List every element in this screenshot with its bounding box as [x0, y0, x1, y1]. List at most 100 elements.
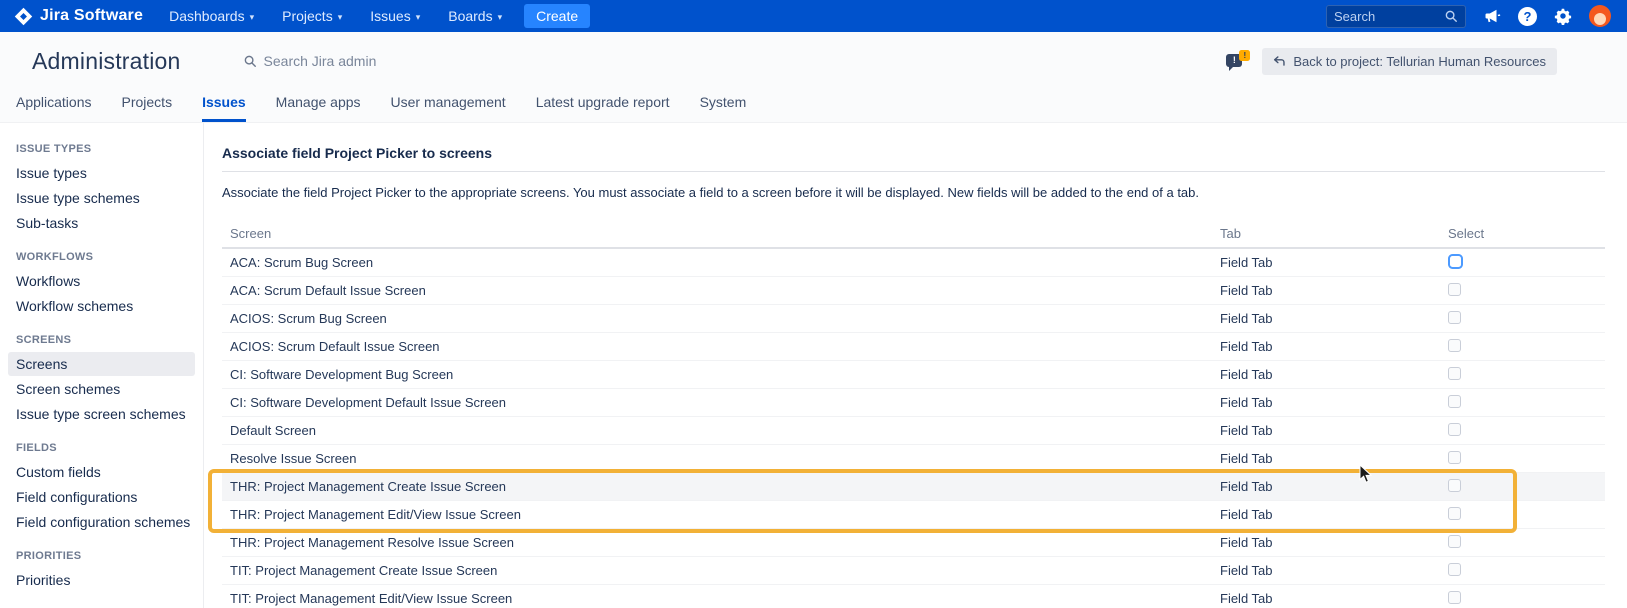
nav-menus: Dashboards ▾ Projects▾ Issues ▾ Boards ▾ — [169, 8, 502, 24]
select-checkbox[interactable] — [1448, 535, 1461, 548]
sidebar-item-screen-schemes[interactable]: Screen schemes — [8, 377, 195, 401]
nav-menu-label: Issues — [370, 8, 410, 24]
sidebar-section-title: SCREENS — [8, 328, 195, 351]
jira-logo[interactable]: Jira Software — [14, 7, 143, 26]
select-checkbox[interactable] — [1448, 395, 1461, 408]
admin-search-input[interactable] — [264, 53, 484, 69]
select-checkbox[interactable] — [1448, 283, 1461, 296]
select-cell — [1440, 283, 1605, 299]
admin-search[interactable] — [243, 53, 484, 69]
select-cell — [1440, 367, 1605, 383]
sidebar-section-title: WORKFLOWS — [8, 245, 195, 268]
search-icon — [1444, 9, 1458, 23]
tab-name: Field Tab — [1212, 367, 1440, 382]
tab-latest-upgrade-report[interactable]: Latest upgrade report — [536, 94, 670, 122]
sidebar-section-title: FIELDS — [8, 436, 195, 459]
screen-name: TIT: Project Management Edit/View Issue … — [222, 591, 1212, 606]
nav-menu-dashboards[interactable]: Dashboards ▾ — [169, 8, 254, 24]
nav-menu-label: Boards — [448, 8, 492, 24]
select-cell — [1440, 507, 1605, 523]
chevron-down-icon: ▾ — [416, 12, 421, 23]
table-row: THR: Project Management Create Issue Scr… — [222, 473, 1605, 501]
chevron-down-icon: ▾ — [250, 12, 255, 23]
select-cell — [1440, 479, 1605, 495]
navbar-search[interactable] — [1326, 5, 1466, 28]
table-row: ACA: Scrum Bug ScreenField Tab — [222, 249, 1605, 277]
screen-name: CI: Software Development Default Issue S… — [222, 395, 1212, 410]
sidebar: ISSUE TYPESIssue typesIssue type schemes… — [0, 123, 204, 608]
select-cell — [1440, 339, 1605, 355]
sidebar-item-workflows[interactable]: Workflows — [8, 269, 195, 293]
create-button[interactable]: Create — [524, 4, 590, 28]
table-header: Screen Tab Select — [222, 219, 1605, 249]
select-checkbox[interactable] — [1448, 339, 1461, 352]
nav-menu-boards[interactable]: Boards ▾ — [448, 8, 502, 24]
screen-name: CI: Software Development Bug Screen — [222, 367, 1212, 382]
select-cell — [1440, 451, 1605, 467]
chevron-down-icon: ▾ — [498, 12, 503, 23]
select-checkbox[interactable] — [1448, 563, 1461, 576]
table-row: TIT: Project Management Edit/View Issue … — [222, 585, 1605, 608]
sidebar-item-workflow-schemes[interactable]: Workflow schemes — [8, 294, 195, 318]
column-header-select: Select — [1440, 226, 1605, 241]
tab-name: Field Tab — [1212, 339, 1440, 354]
sidebar-item-issue-types[interactable]: Issue types — [8, 161, 195, 185]
tab-applications[interactable]: Applications — [16, 94, 92, 122]
tab-projects[interactable]: Projects — [122, 94, 173, 122]
avatar[interactable] — [1589, 5, 1611, 27]
nav-menu-label: Dashboards — [169, 8, 245, 24]
back-to-project-button[interactable]: Back to project: Tellurian Human Resourc… — [1262, 48, 1557, 75]
brand-name: Jira Software — [40, 7, 143, 25]
select-checkbox[interactable] — [1448, 479, 1461, 492]
tab-name: Field Tab — [1212, 311, 1440, 326]
select-checkbox[interactable] — [1448, 311, 1461, 324]
sidebar-item-screens[interactable]: Screens — [8, 352, 195, 376]
table-row: Default ScreenField Tab — [222, 417, 1605, 445]
sidebar-item-field-configurations[interactable]: Field configurations — [8, 485, 195, 509]
select-checkbox[interactable] — [1448, 254, 1463, 269]
sidebar-item-issue-type-schemes[interactable]: Issue type schemes — [8, 186, 195, 210]
select-checkbox[interactable] — [1448, 507, 1461, 520]
tab-manage-apps[interactable]: Manage apps — [276, 94, 361, 122]
select-checkbox[interactable] — [1448, 367, 1461, 380]
sidebar-section-workflows: WORKFLOWSWorkflowsWorkflow schemes — [8, 245, 195, 318]
search-icon — [243, 54, 257, 68]
tab-issues[interactable]: Issues — [202, 94, 246, 122]
tab-name: Field Tab — [1212, 535, 1440, 550]
admin-header: Administration ! ! Back to project: Tell… — [0, 32, 1627, 90]
tab-user-management[interactable]: User management — [391, 94, 506, 122]
table-row: CI: Software Development Default Issue S… — [222, 389, 1605, 417]
sidebar-section-fields: FIELDSCustom fieldsField configurationsF… — [8, 436, 195, 534]
tab-name: Field Tab — [1212, 395, 1440, 410]
sidebar-section-issue-types: ISSUE TYPESIssue typesIssue type schemes… — [8, 137, 195, 235]
megaphone-icon[interactable] — [1483, 7, 1501, 25]
tab-name: Field Tab — [1212, 451, 1440, 466]
tab-name: Field Tab — [1212, 563, 1440, 578]
feedback-icon[interactable]: ! ! — [1226, 50, 1250, 72]
nav-menu-issues[interactable]: Issues ▾ — [370, 8, 420, 24]
tab-name: Field Tab — [1212, 255, 1440, 270]
gear-icon[interactable] — [1554, 7, 1572, 25]
navbar-search-input[interactable] — [1334, 9, 1438, 24]
help-icon[interactable]: ? — [1518, 7, 1537, 26]
sidebar-item-custom-fields[interactable]: Custom fields — [8, 460, 195, 484]
screen-name: ACIOS: Scrum Bug Screen — [222, 311, 1212, 326]
sidebar-section-title: PRIORITIES — [8, 544, 195, 567]
select-checkbox[interactable] — [1448, 591, 1461, 604]
table-row: ACIOS: Scrum Default Issue ScreenField T… — [222, 333, 1605, 361]
screen-name: THR: Project Management Edit/View Issue … — [222, 507, 1212, 522]
select-checkbox[interactable] — [1448, 451, 1461, 464]
tab-system[interactable]: System — [700, 94, 747, 122]
table-row: TIT: Project Management Create Issue Scr… — [222, 557, 1605, 585]
main-content: Associate field Project Picker to screen… — [204, 123, 1627, 608]
select-cell — [1440, 423, 1605, 439]
sidebar-item-sub-tasks[interactable]: Sub-tasks — [8, 211, 195, 235]
sidebar-item-field-configuration-schemes[interactable]: Field configuration schemes — [8, 510, 195, 534]
table-row: ACIOS: Scrum Bug ScreenField Tab — [222, 305, 1605, 333]
sidebar-item-issue-type-screen-schemes[interactable]: Issue type screen schemes — [8, 402, 195, 426]
screen-name: THR: Project Management Resolve Issue Sc… — [222, 535, 1212, 550]
select-checkbox[interactable] — [1448, 423, 1461, 436]
column-header-screen: Screen — [222, 226, 1212, 241]
nav-menu-projects[interactable]: Projects▾ — [282, 8, 342, 24]
sidebar-item-priorities[interactable]: Priorities — [8, 568, 195, 592]
